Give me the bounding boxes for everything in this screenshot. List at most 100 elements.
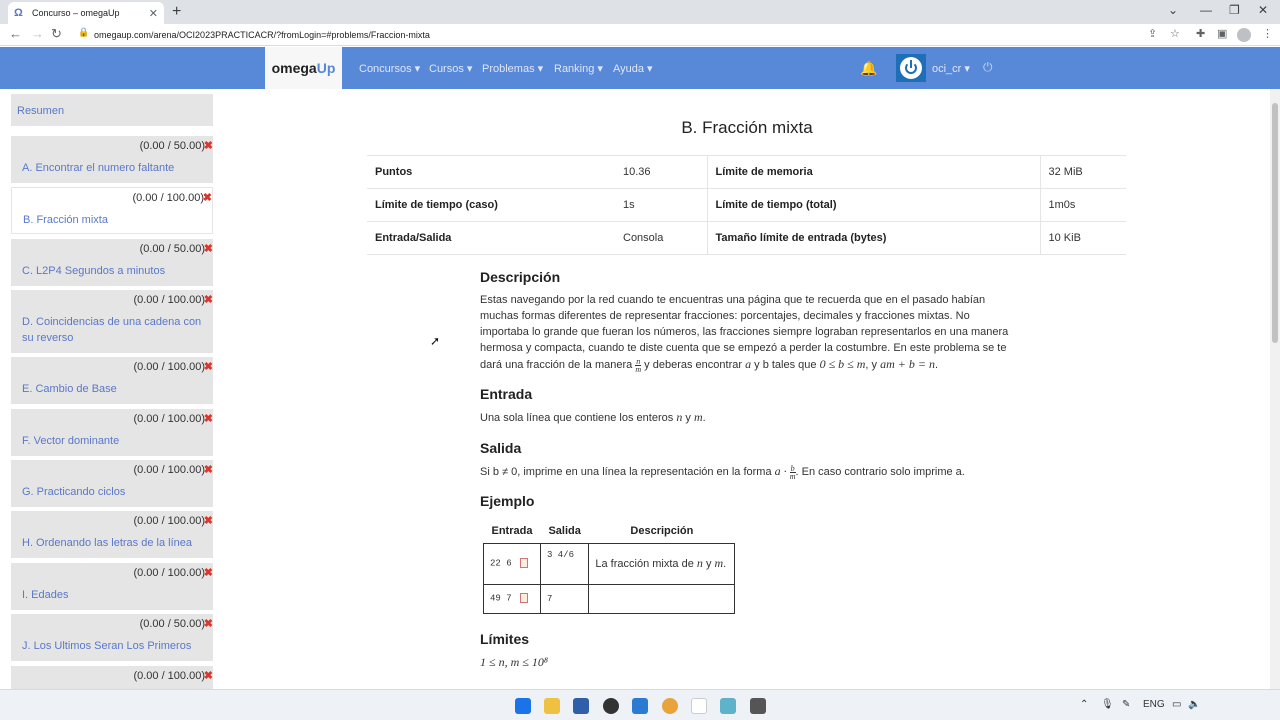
math-n: n xyxy=(696,556,703,570)
info-label: Entrada/Salida xyxy=(367,221,615,255)
math-n: n xyxy=(676,410,683,424)
store-icon[interactable] xyxy=(573,698,589,714)
sidebar-problem-i[interactable]: (0.00 / 100.00) ✖ I. Edades xyxy=(11,563,213,610)
user-menu[interactable]: oci_cr ▾ xyxy=(932,62,970,75)
sidebar-problem-k[interactable]: (0.00 / 100.00) ✖ xyxy=(11,666,213,689)
table-row: Límite de tiempo (caso) 1s Límite de tie… xyxy=(367,188,1126,222)
problem-title: D. Coincidencias de una cadena con su re… xyxy=(22,316,202,344)
chrome-icon[interactable] xyxy=(662,698,678,714)
microphone-icon[interactable]: 🎙 xyxy=(1101,699,1114,710)
forward-icon[interactable]: → xyxy=(31,26,44,41)
bookmark-star-icon[interactable]: ☆ xyxy=(1170,27,1180,40)
profile-avatar-icon[interactable] xyxy=(1237,28,1251,42)
browser-tab[interactable]: Ω Concurso – omegaUp ✕ xyxy=(8,2,164,24)
browser-menu-icon[interactable]: ⋮ xyxy=(1262,27,1273,40)
math-app-icon[interactable] xyxy=(691,698,707,714)
output-heading: Salida xyxy=(480,440,522,456)
info-label: Límite de tiempo (caso) xyxy=(367,188,615,222)
address-bar[interactable]: omegaup.com/arena/OCI2023PRACTICACR/?fro… xyxy=(94,27,430,43)
nav-problemas[interactable]: Problemas ▾ xyxy=(482,62,543,75)
sidebar-problem-h[interactable]: (0.00 / 100.00) ✖ H. Ordenando las letra… xyxy=(11,511,213,558)
nav-ranking[interactable]: Ranking ▾ xyxy=(554,62,603,75)
sidebar-problem-e[interactable]: (0.00 / 100.00) ✖ E. Cambio de Base xyxy=(11,357,213,404)
problem-title: B. Fracción mixta xyxy=(23,214,108,226)
info-value: 1m0s xyxy=(1039,188,1126,222)
table-row: 49 7 7 xyxy=(483,583,736,614)
user-avatar[interactable] xyxy=(896,54,926,82)
unsolved-x-icon: ✖ xyxy=(203,243,213,255)
nav-cursos[interactable]: Cursos ▾ xyxy=(429,62,472,75)
windows-start-icon[interactable] xyxy=(515,698,531,714)
language-indicator[interactable]: ENG xyxy=(1143,699,1165,710)
problem-title: E. Cambio de Base xyxy=(22,383,117,395)
problem-score: (0.00 / 50.00) xyxy=(139,618,205,630)
tab-search-icon[interactable]: ⌄ xyxy=(1168,3,1178,17)
column-header: Descripción xyxy=(630,524,694,537)
sidebar-problem-j[interactable]: (0.00 / 50.00) ✖ J. Los Ultimos Seran Lo… xyxy=(11,614,213,661)
new-tab-button[interactable]: + xyxy=(172,3,181,21)
os-taskbar: ⌃ 🎙 ✎ ENG ▭ 🔈 xyxy=(0,689,1280,720)
input-text: Una sola línea que contiene los enteros … xyxy=(480,410,706,424)
obs-icon[interactable] xyxy=(603,698,619,714)
example-desc-text: La fracción mixta de xyxy=(595,558,694,570)
sidebar-problem-b[interactable]: (0.00 / 100.00) ✖ B. Fracción mixta xyxy=(11,187,213,234)
app-icon[interactable] xyxy=(750,698,766,714)
lock-icon[interactable]: 🔒 xyxy=(78,27,89,38)
sidebar-problem-a[interactable]: (0.00 / 50.00) ✖ A. Encontrar el numero … xyxy=(11,136,213,183)
table-row: Puntos 10.36 Límite de memoria 32 MiB xyxy=(367,155,1126,189)
sidepanel-icon[interactable]: ▣ xyxy=(1217,27,1227,40)
example-y: y xyxy=(705,558,712,570)
pen-icon[interactable]: ✎ xyxy=(1122,699,1130,710)
example-input: 49 7 xyxy=(490,593,512,604)
minimize-icon[interactable]: — xyxy=(1200,3,1212,17)
example-output: 3 4/6 xyxy=(539,542,590,585)
unsolved-x-icon: ✖ xyxy=(203,294,213,306)
tab-close-button[interactable]: ✕ xyxy=(149,7,158,20)
example-output: 7 xyxy=(539,583,590,614)
tray-chevron-icon[interactable]: ⌃ xyxy=(1080,699,1088,710)
unsolved-x-icon: ✖ xyxy=(203,567,213,579)
scrollbar-thumb[interactable] xyxy=(1272,103,1278,343)
vscode-icon[interactable] xyxy=(632,698,648,714)
example-input: 22 6 xyxy=(490,558,512,569)
problem-sidebar: Resumen (0.00 / 50.00) ✖ A. Encontrar el… xyxy=(0,89,214,689)
math-m: m xyxy=(714,556,724,570)
omegaup-power-icon xyxy=(900,57,922,79)
share-icon[interactable]: ⇪ xyxy=(1148,27,1157,40)
notifications-bell-icon[interactable]: 🔔 xyxy=(860,60,877,77)
file-explorer-icon[interactable] xyxy=(544,698,560,714)
restore-icon[interactable]: ❐ xyxy=(1229,3,1240,17)
info-label: Límite de tiempo (total) xyxy=(706,188,1040,222)
volume-icon[interactable]: 🔈 xyxy=(1188,699,1200,710)
sidebar-problem-f[interactable]: (0.00 / 100.00) ✖ F. Vector dominante xyxy=(11,409,213,456)
column-header: Salida xyxy=(548,524,581,537)
extensions-icon[interactable]: ✚ xyxy=(1196,27,1205,40)
info-value: 1s xyxy=(615,188,707,222)
writer-icon[interactable] xyxy=(720,698,736,714)
sidebar-summary[interactable]: Resumen xyxy=(11,94,213,126)
clipboard-copy-icon[interactable] xyxy=(519,558,528,569)
back-icon[interactable]: ← xyxy=(9,26,22,41)
sidebar-problem-d[interactable]: (0.00 / 100.00) ✖ D. Coincidencias de un… xyxy=(11,290,213,353)
sidebar-problem-c[interactable]: (0.00 / 50.00) ✖ C. L2P4 Segundos a minu… xyxy=(11,239,213,286)
math-inequality: 0 ≤ b ≤ m xyxy=(819,357,866,371)
description-heading: Descripción xyxy=(480,269,561,285)
math-a-dot: a · xyxy=(774,464,787,478)
sidebar-problem-g[interactable]: (0.00 / 100.00) ✖ G. Practicando ciclos xyxy=(11,460,213,507)
browser-tab-bar: Ω Concurso – omegaUp ✕ + ⌄ — ❐ ✕ xyxy=(0,0,1280,24)
limits-heading: Límites xyxy=(480,631,530,647)
network-icon[interactable]: ▭ xyxy=(1172,699,1181,710)
page-scrollbar[interactable] xyxy=(1270,89,1280,689)
input-y: y xyxy=(685,412,691,424)
reload-icon[interactable]: ↻ xyxy=(51,26,62,42)
table-row: Entrada/Salida Consola Tamaño límite de … xyxy=(367,221,1126,255)
omegaup-logo[interactable]: omega Up xyxy=(265,47,342,89)
info-value: 10 KiB xyxy=(1039,221,1126,255)
logout-icon[interactable]: ⏻ xyxy=(983,60,993,75)
unsolved-x-icon: ✖ xyxy=(203,515,213,527)
nav-concursos[interactable]: Concursos ▾ xyxy=(359,62,420,75)
nav-ayuda[interactable]: Ayuda ▾ xyxy=(613,62,653,75)
example-description: La fracción mixta de n y m. xyxy=(588,542,736,585)
clipboard-copy-icon[interactable] xyxy=(519,593,528,604)
window-close-icon[interactable]: ✕ xyxy=(1258,3,1268,17)
